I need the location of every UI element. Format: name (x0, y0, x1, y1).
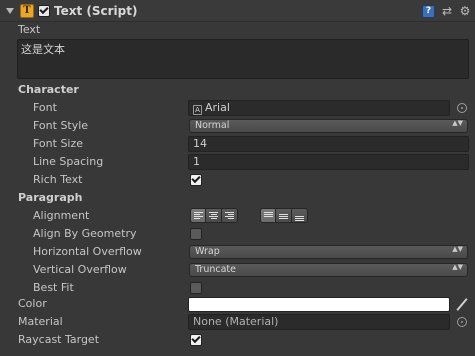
rich-text-label: Rich Text (33, 173, 83, 186)
horizontal-overflow-dropdown[interactable]: Wrap ▲▼ (189, 245, 468, 259)
font-asset-icon: A (193, 105, 202, 115)
align-left-icon (194, 212, 203, 220)
align-bottom-button[interactable] (292, 208, 308, 223)
align-middle-button[interactable] (276, 208, 292, 223)
align-by-geometry-checkbox[interactable] (190, 228, 202, 240)
eyedropper-icon[interactable] (455, 297, 469, 312)
object-picker-icon[interactable] (457, 103, 467, 113)
line-spacing-field[interactable]: 1 (188, 154, 469, 170)
component-header[interactable]: T Text (Script) ? ⇄ ⚙ (0, 0, 475, 22)
align-left-button[interactable] (190, 208, 206, 223)
text-label: Text (18, 23, 41, 36)
alignment-label: Alignment (33, 209, 90, 222)
component-enabled-checkbox[interactable] (38, 4, 50, 17)
dropdown-arrow-icon: ▲▼ (452, 263, 463, 271)
font-size-label: Font Size (33, 137, 84, 150)
align-right-button[interactable] (222, 208, 238, 223)
line-spacing-label: Line Spacing (33, 155, 104, 168)
settings-icon[interactable]: ⇄ (440, 4, 454, 18)
color-label: Color (18, 297, 47, 310)
character-header: Character (18, 83, 79, 96)
font-value: Arial (205, 101, 230, 114)
best-fit-checkbox[interactable] (190, 282, 202, 294)
font-label: Font (33, 101, 57, 114)
vertical-overflow-label: Vertical Overflow (33, 263, 127, 276)
component-title: Text (Script) (54, 4, 138, 18)
dropdown-arrow-icon: ▲▼ (452, 119, 463, 127)
help-icon[interactable]: ? (422, 5, 435, 18)
align-by-geometry-label: Align By Geometry (33, 227, 137, 240)
raycast-target-label: Raycast Target (18, 333, 100, 346)
horizontal-overflow-value: Wrap (195, 246, 220, 257)
horizontal-overflow-label: Horizontal Overflow (33, 245, 142, 258)
vertical-overflow-value: Truncate (195, 264, 236, 275)
font-style-value: Normal (195, 120, 230, 131)
font-size-field[interactable]: 14 (188, 136, 469, 152)
vertical-alignment-group (260, 208, 308, 223)
material-label: Material (18, 315, 63, 328)
align-top-icon (264, 212, 273, 220)
horizontal-alignment-group (190, 208, 238, 223)
font-style-dropdown[interactable]: Normal ▲▼ (189, 119, 468, 133)
material-field[interactable]: None (Material) (188, 314, 450, 330)
align-center-icon (209, 212, 218, 220)
align-right-icon (225, 212, 234, 220)
checkmark-icon (39, 4, 49, 15)
align-center-button[interactable] (206, 208, 222, 223)
foldout-arrow-icon[interactable] (6, 8, 14, 14)
dropdown-arrow-icon: ▲▼ (452, 245, 463, 253)
color-swatch[interactable] (188, 297, 450, 312)
font-style-label: Font Style (33, 119, 89, 132)
paragraph-header: Paragraph (18, 191, 83, 204)
checkmark-icon (191, 173, 201, 184)
text-component-icon: T (20, 4, 34, 18)
raycast-target-checkbox[interactable] (190, 333, 202, 346)
text-input[interactable]: 这是文本 (17, 39, 469, 79)
font-field[interactable]: A Arial (188, 100, 450, 116)
align-middle-icon (279, 212, 288, 220)
vertical-overflow-dropdown[interactable]: Truncate ▲▼ (189, 263, 468, 277)
object-picker-icon[interactable] (457, 317, 467, 327)
align-top-button[interactable] (260, 208, 276, 223)
checkmark-icon (191, 333, 201, 344)
context-menu-icon[interactable]: ⚙ (458, 4, 472, 18)
align-bottom-icon (295, 212, 304, 221)
rich-text-checkbox[interactable] (190, 173, 202, 186)
